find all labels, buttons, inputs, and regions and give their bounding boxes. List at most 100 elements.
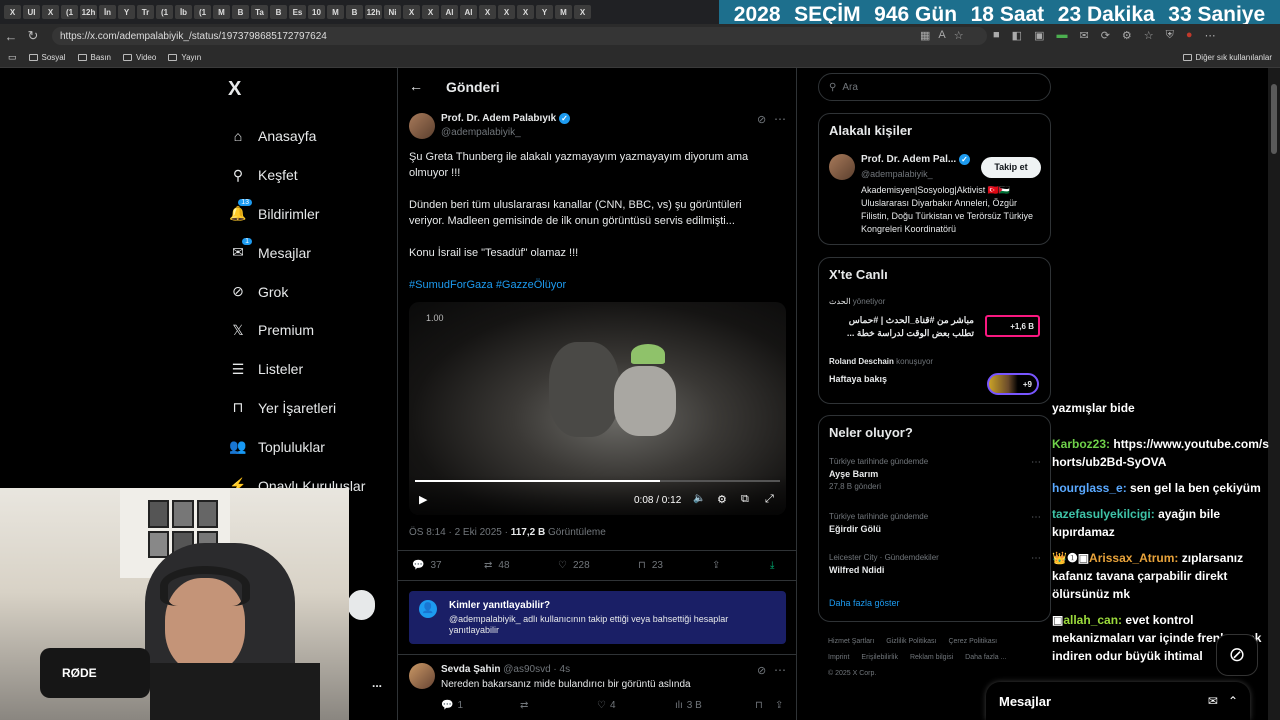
footer-link[interactable]: Daha fazla ... xyxy=(965,650,1006,666)
browser-tab[interactable]: (1 xyxy=(156,5,173,19)
trend-more-icon[interactable]: ⋯ xyxy=(1031,457,1041,468)
footer-link[interactable]: Imprint xyxy=(828,650,849,666)
reply-views[interactable]: ılı 3 B xyxy=(675,700,702,711)
trend-more-icon[interactable]: ⋯ xyxy=(1031,553,1041,564)
person-name[interactable]: Prof. Dr. Adem Pal... xyxy=(861,154,956,165)
reply-share-icon[interactable]: ⇪ xyxy=(775,700,783,711)
reply-like-button[interactable]: ♡ 4 xyxy=(597,700,616,711)
browser-tab[interactable]: UI xyxy=(23,5,40,19)
show-more-link[interactable]: Daha fazla göster xyxy=(829,598,900,608)
menu-icon[interactable]: ⋯ xyxy=(1205,29,1216,42)
live2-listeners[interactable]: +9 xyxy=(987,373,1039,395)
footer-link[interactable]: Reklam bilgisi xyxy=(910,650,953,666)
other-bookmarks[interactable]: Diğer sık kullanılanlar xyxy=(1182,53,1272,62)
browser-tab[interactable]: Tr xyxy=(137,5,154,19)
messages-drawer[interactable]: Mesajlar ✉ ⌃ xyxy=(986,682,1250,720)
author-handle[interactable]: @adempalabiyik_ xyxy=(441,127,521,138)
back-icon[interactable]: ← xyxy=(0,25,22,47)
reply-button[interactable]: 💬 37 xyxy=(412,560,442,571)
grok-float-icon[interactable]: ⊘ xyxy=(1216,634,1258,676)
footer-link[interactable]: Çerez Politikası xyxy=(948,634,997,650)
fullscreen-icon[interactable]: ⤢ xyxy=(765,493,774,506)
extension-icon[interactable]: ▬ xyxy=(1056,29,1067,42)
sidebar-item-x[interactable]: 𝕏 Premium xyxy=(228,311,365,350)
footer-link[interactable]: Gizlilik Politikası xyxy=(886,634,936,650)
reload-icon[interactable]: ↻ xyxy=(22,25,44,47)
new-message-icon[interactable]: ✉ xyxy=(1208,694,1218,708)
trend-item[interactable]: Türkiye tarihinde gündemde Ayşe Barım 27… xyxy=(829,457,1041,491)
sidebar-item-home[interactable]: ⌂ Anasayfa xyxy=(228,117,365,156)
translate-icon[interactable]: ▦ xyxy=(920,29,930,42)
person-avatar[interactable] xyxy=(829,154,855,180)
browser-tab[interactable]: Ta xyxy=(251,5,268,19)
video-player[interactable]: 1.00 ▶ 0:08 / 0:12 🔈 ⚙ ⧉ ⤢ xyxy=(409,302,786,515)
bookmark-folder-sosyal[interactable]: Sosyal xyxy=(28,53,66,62)
x-logo-icon[interactable]: X xyxy=(228,78,241,101)
extension-icon[interactable]: ■ xyxy=(993,29,1000,42)
browser-tab[interactable]: B xyxy=(270,5,287,19)
bookmark-folder-video[interactable]: Video xyxy=(123,53,156,62)
extension-icon[interactable]: ◧ xyxy=(1012,29,1022,42)
footer-link[interactable]: Erişilebilirlik xyxy=(861,650,898,666)
download-icon[interactable]: ⤓ xyxy=(770,560,774,571)
sidebar-item-search[interactable]: ⚲ Keşfet xyxy=(228,156,365,195)
sidebar-item-mail[interactable]: ✉ 1 Mesajlar xyxy=(228,233,365,272)
settings-icon[interactable]: ⚙ xyxy=(717,493,727,506)
extension-icon[interactable]: ⚙ xyxy=(1122,29,1132,42)
profile-avatar-icon[interactable]: ● xyxy=(1186,29,1193,42)
favorites-icon[interactable]: ☆ xyxy=(1144,29,1154,42)
volume-icon[interactable]: 🔈 xyxy=(693,493,705,504)
reply-author-name[interactable]: Sevda Şahin xyxy=(441,664,500,675)
trend-more-icon[interactable]: ⋯ xyxy=(1031,512,1041,523)
browser-tab[interactable]: B xyxy=(346,5,363,19)
tweet-hashtags[interactable]: #SumudForGaza #GazzeÖlüyor xyxy=(409,277,566,293)
scrollbar-thumb[interactable] xyxy=(1271,84,1277,154)
browser-tab[interactable]: 12h xyxy=(365,5,382,19)
browser-tab[interactable]: Y xyxy=(536,5,553,19)
url-field[interactable]: https://x.com/adempalabiyik_/status/1973… xyxy=(52,27,987,45)
bookmark-folder-basin[interactable]: Basın xyxy=(77,53,111,62)
trend-item[interactable]: Türkiye tarihinde gündemde Eğirdir Gölü … xyxy=(829,512,1041,534)
browser-tab[interactable]: M xyxy=(213,5,230,19)
account-more-icon[interactable]: ... xyxy=(372,676,382,690)
live1-user[interactable]: الحدث xyxy=(829,297,851,306)
browser-tab[interactable]: B xyxy=(232,5,249,19)
share-icon[interactable]: ⇪ xyxy=(712,560,720,571)
browser-tab[interactable]: X xyxy=(42,5,59,19)
reply-reply-button[interactable]: 💬 1 xyxy=(441,700,463,711)
play-icon[interactable]: ▶ xyxy=(419,493,427,506)
bookmark-button[interactable]: ⊓ 23 xyxy=(638,560,663,571)
search-input[interactable]: Ara xyxy=(842,82,858,93)
more-options-icon[interactable]: ⋯ xyxy=(774,112,786,126)
reply-author-handle[interactable]: @as90svd · 4s xyxy=(503,664,570,675)
browser-tab[interactable]: X xyxy=(574,5,591,19)
author-name[interactable]: Prof. Dr. Adem Palabıyık xyxy=(441,113,556,124)
sidebar-item-list[interactable]: ☰ Listeler xyxy=(228,350,365,389)
like-button[interactable]: ♡ 228 xyxy=(558,560,590,571)
grok-icon[interactable]: ⊘ xyxy=(757,664,766,677)
reply-bookmark-icon[interactable]: ⊓ xyxy=(755,700,763,711)
reply-avatar[interactable] xyxy=(409,663,435,689)
browser-tab[interactable]: Al xyxy=(441,5,458,19)
browser-tab[interactable]: 10 xyxy=(308,5,325,19)
browser-tab[interactable]: İb xyxy=(175,5,192,19)
expand-icon[interactable]: ⌃ xyxy=(1228,694,1238,708)
grok-icon[interactable]: ⊘ xyxy=(757,113,766,126)
browser-tab[interactable]: X xyxy=(403,5,420,19)
browser-tab[interactable]: Es xyxy=(289,5,306,19)
shield-icon[interactable]: ⛨ xyxy=(1166,29,1174,42)
post-button[interactable] xyxy=(348,590,375,620)
live1-listeners[interactable]: +1,6 B xyxy=(985,315,1040,337)
browser-tab[interactable]: X xyxy=(4,5,21,19)
live2-user[interactable]: Roland Deschain xyxy=(829,357,894,366)
footer-link[interactable]: Hizmet Şartları xyxy=(828,634,874,650)
browser-tab[interactable]: 12h xyxy=(80,5,97,19)
sidebar-item-bell[interactable]: 🔔 13 Bildirimler xyxy=(228,195,365,234)
reader-icon[interactable]: A xyxy=(938,29,945,42)
repost-button[interactable]: ⇄ 48 xyxy=(484,560,510,571)
more-options-icon[interactable]: ⋯ xyxy=(774,663,786,677)
follow-button[interactable]: Takip et xyxy=(981,157,1041,178)
video-progress-track[interactable] xyxy=(415,480,780,482)
extension-icon[interactable]: ⟳ xyxy=(1101,29,1110,42)
back-arrow-icon[interactable]: ← xyxy=(409,78,423,94)
